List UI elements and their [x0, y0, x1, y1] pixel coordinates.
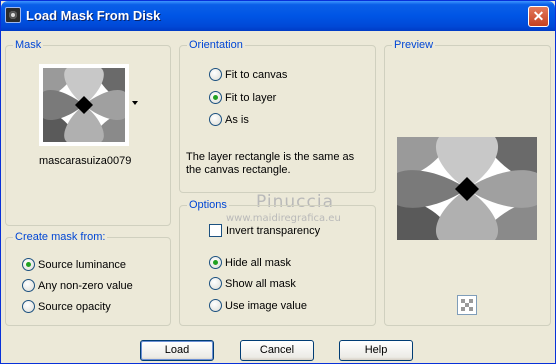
- app-icon: [5, 7, 21, 23]
- radio-show-all-mask[interactable]: Show all mask: [209, 277, 296, 290]
- mask-legend: Mask: [13, 39, 44, 51]
- preview-pattern-icon: [397, 137, 537, 240]
- radio-use-image-value[interactable]: Use image value: [209, 299, 307, 312]
- radio-dot[interactable]: [22, 300, 35, 313]
- radio-label: Use image value: [225, 299, 307, 312]
- close-button[interactable]: ✕: [528, 6, 549, 27]
- orientation-legend: Orientation: [187, 39, 245, 51]
- radio-label: As is: [225, 113, 249, 126]
- radio-fit-to-layer[interactable]: Fit to layer: [209, 91, 276, 104]
- window-title: Load Mask From Disk: [26, 8, 161, 23]
- create-mask-legend: Create mask from:: [13, 231, 108, 243]
- radio-dot[interactable]: [209, 113, 222, 126]
- help-button[interactable]: Help: [339, 340, 413, 361]
- dialog-window: Load Mask From Disk ✕ Mask mascarasuiza0…: [0, 0, 556, 364]
- radio-label: Fit to canvas: [225, 68, 288, 81]
- radio-source-opacity[interactable]: Source opacity: [22, 300, 111, 313]
- cancel-button[interactable]: Cancel: [240, 340, 314, 361]
- checkbox-box[interactable]: [209, 224, 222, 237]
- radio-fit-to-canvas[interactable]: Fit to canvas: [209, 68, 287, 81]
- preview-image: [397, 137, 537, 240]
- radio-label: Show all mask: [225, 277, 296, 290]
- invert-transparency-checkbox[interactable]: Invert transparency: [209, 224, 320, 237]
- preview-legend: Preview: [392, 39, 436, 51]
- radio-source-luminance[interactable]: Source luminance: [22, 258, 126, 271]
- radio-label: Source luminance: [38, 258, 127, 271]
- load-button[interactable]: Load: [140, 340, 214, 361]
- radio-label: Hide all mask: [225, 256, 292, 269]
- radio-label: Fit to layer: [225, 91, 277, 104]
- mask-filename: mascarasuiza0079: [39, 155, 132, 167]
- radio-any-non-zero[interactable]: Any non-zero value: [22, 279, 133, 292]
- radio-as-is[interactable]: As is: [209, 113, 249, 126]
- radio-dot[interactable]: [22, 279, 35, 292]
- radio-label: Any non-zero value: [38, 279, 133, 292]
- checkbox-label: Invert transparency: [226, 224, 321, 237]
- orientation-description: The layer rectangle is the same as the c…: [186, 151, 355, 176]
- options-legend: Options: [187, 199, 229, 211]
- mask-pattern-icon: [39, 64, 129, 146]
- radio-dot[interactable]: [209, 68, 222, 81]
- radio-dot[interactable]: [209, 256, 222, 269]
- radio-label: Source opacity: [38, 300, 111, 313]
- title-bar[interactable]: Load Mask From Disk ✕: [1, 1, 555, 31]
- radio-dot[interactable]: [209, 91, 222, 104]
- radio-dot[interactable]: [209, 299, 222, 312]
- radio-dot[interactable]: [209, 277, 222, 290]
- mask-thumbnail[interactable]: [39, 64, 129, 146]
- radio-dot[interactable]: [22, 258, 35, 271]
- thumbnail-dropdown-icon[interactable]: [132, 101, 138, 105]
- radio-hide-all-mask[interactable]: Hide all mask: [209, 256, 291, 269]
- checkerboard-toggle-icon[interactable]: [457, 295, 477, 315]
